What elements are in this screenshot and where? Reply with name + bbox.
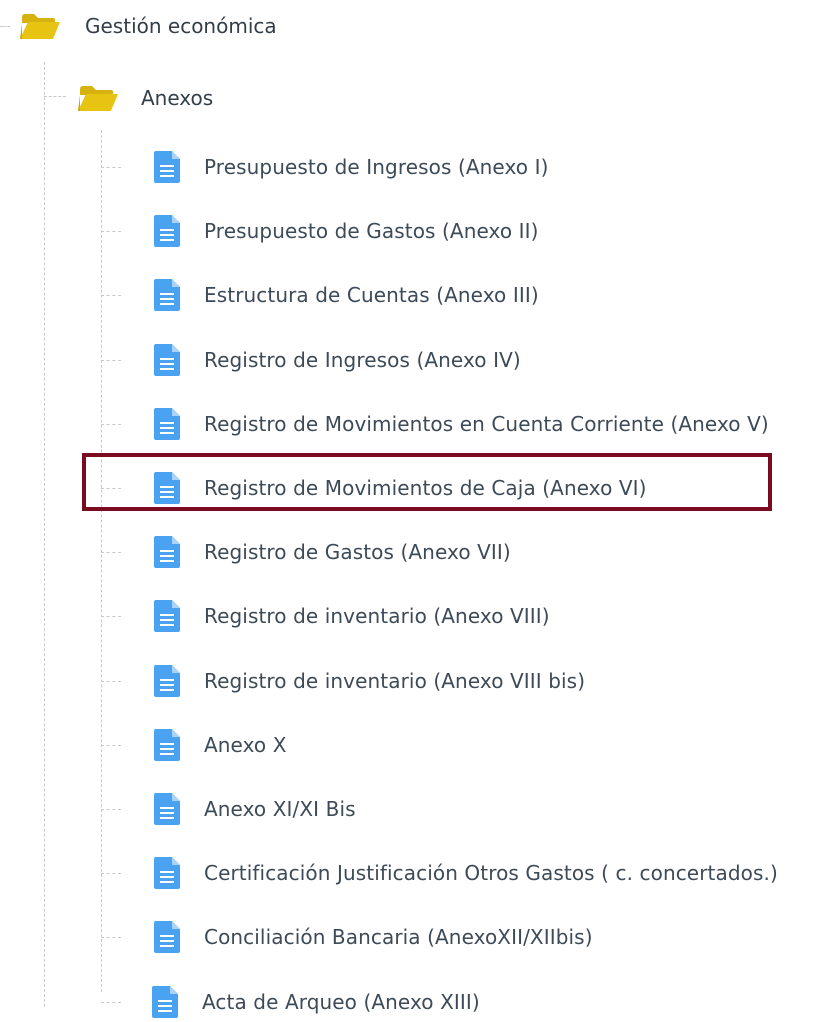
tree-file-label: Anexo X	[204, 732, 287, 757]
tree-file-item[interactable]: Conciliación Bancaria (AnexoXII/XIIbis)	[154, 917, 593, 957]
tree-connector	[101, 488, 121, 489]
tree-node-label: Anexos	[141, 86, 214, 110]
file-text-icon	[154, 215, 180, 248]
tree-connector	[101, 167, 121, 168]
tree-connector	[101, 937, 121, 939]
tree-file-label: Presupuesto de Ingresos (Anexo I)	[204, 155, 549, 179]
tree-connector	[101, 809, 121, 810]
tree-file-label: Registro de Movimientos de Caja (Anexo V…	[204, 476, 647, 500]
tree-file-item[interactable]: Presupuesto de Gastos (Anexo II)	[154, 211, 539, 251]
tree-file-item[interactable]: Registro de inventario (Anexo VIII bis)	[154, 661, 585, 701]
file-text-icon	[154, 279, 180, 312]
tree-file-item[interactable]: Anexo XI/XI Bis	[154, 789, 356, 829]
tree-file-label: Registro de Movimientos en Cuenta Corrie…	[204, 411, 769, 436]
tree-file-item[interactable]: Registro de Ingresos (Anexo IV)	[154, 340, 521, 380]
tree-connector	[101, 423, 121, 425]
file-text-icon	[154, 728, 180, 761]
file-text-icon	[154, 921, 180, 954]
tree-node-label: Gestión económica	[85, 14, 277, 38]
file-text-icon	[154, 793, 180, 825]
tree-connector	[101, 231, 121, 233]
tree-connector	[101, 616, 121, 618]
tree-file-item[interactable]: Registro de Movimientos de Caja (Anexo V…	[154, 468, 647, 508]
file-text-icon	[154, 857, 180, 890]
tree-file-label: Conciliación Bancaria (AnexoXII/XIIbis)	[204, 925, 593, 950]
tree-file-label: Anexo XI/XI Bis	[204, 797, 356, 821]
tree-connector	[101, 744, 121, 746]
file-text-icon	[154, 664, 180, 697]
folder-open-icon	[78, 86, 118, 111]
tree-connector	[101, 873, 121, 875]
tree-connector	[44, 96, 66, 97]
tree-node-anexos[interactable]: Anexos	[78, 76, 213, 120]
tree-connector	[101, 552, 121, 554]
folder-open-icon	[20, 14, 60, 39]
file-text-icon	[154, 472, 180, 504]
tree-file-label: Registro de Gastos (Anexo VII)	[204, 540, 511, 565]
tree-file-item[interactable]: Acta de Arqueo (Anexo XIII)	[152, 982, 480, 1022]
file-tree: Gestión económica Anexos Presupuesto de …	[0, 0, 838, 1018]
tree-file-item[interactable]: Registro de Movimientos en Cuenta Corrie…	[154, 404, 769, 444]
file-text-icon	[152, 985, 178, 1018]
tree-file-label: Certificación Justificación Otros Gastos…	[204, 861, 778, 886]
tree-node-gestion-economica[interactable]: Gestión económica	[20, 4, 277, 48]
tree-file-label: Presupuesto de Gastos (Anexo II)	[204, 219, 539, 244]
tree-connector	[44, 62, 45, 1007]
tree-file-label: Registro de Ingresos (Anexo IV)	[204, 347, 521, 372]
tree-file-label: Registro de inventario (Anexo VIII bis)	[204, 668, 586, 693]
tree-connector	[0, 26, 10, 27]
file-text-icon	[154, 343, 180, 376]
tree-connector	[101, 1001, 121, 1003]
tree-file-item[interactable]: Estructura de Cuentas (Anexo III)	[154, 275, 539, 315]
tree-file-item[interactable]: Registro de inventario (Anexo VIII)	[154, 596, 550, 636]
tree-connector	[101, 295, 121, 297]
tree-connector	[101, 680, 121, 682]
tree-connector	[101, 359, 121, 361]
tree-file-item[interactable]: Presupuesto de Ingresos (Anexo I)	[154, 147, 549, 187]
tree-connector	[101, 130, 102, 992]
file-text-icon	[154, 536, 180, 569]
tree-file-item[interactable]: Registro de Gastos (Anexo VII)	[154, 532, 511, 572]
file-text-icon	[154, 151, 180, 183]
tree-file-item[interactable]: Anexo X	[154, 725, 287, 765]
tree-file-item[interactable]: Certificación Justificación Otros Gastos…	[154, 853, 778, 893]
tree-file-label: Estructura de Cuentas (Anexo III)	[204, 283, 539, 308]
file-text-icon	[154, 600, 180, 633]
file-text-icon	[154, 407, 180, 440]
tree-file-label: Registro de inventario (Anexo VIII)	[204, 604, 550, 629]
